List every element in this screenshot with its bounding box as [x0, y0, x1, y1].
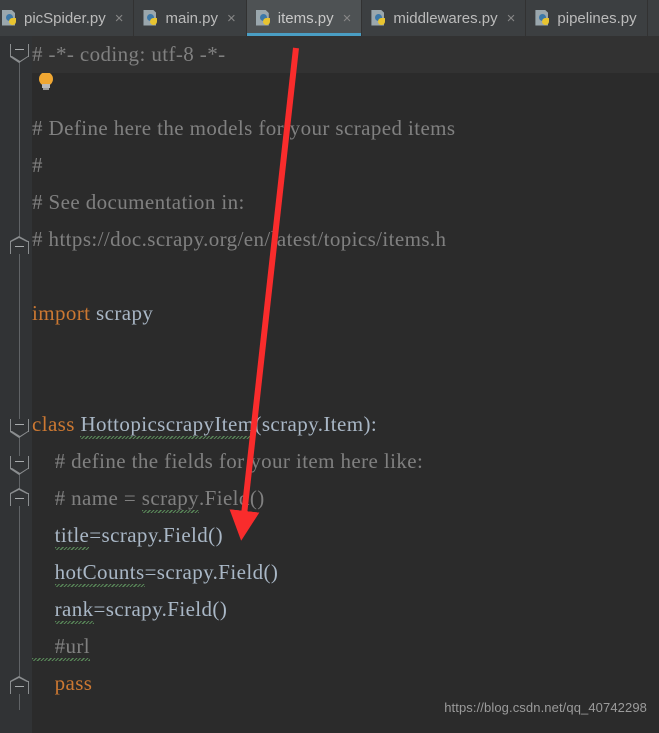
code-line-8[interactable]: import scrapy — [32, 295, 153, 332]
fold-marker-l1[interactable] — [10, 44, 30, 63]
code-line-text: # — [32, 153, 43, 177]
fold-marker-l6[interactable] — [10, 236, 30, 260]
code-line-text: # define the fields for your item here l… — [32, 449, 424, 473]
code-line-12[interactable]: # define the fields for your item here l… — [32, 443, 423, 480]
fold-marker-l18[interactable] — [10, 676, 30, 700]
close-icon[interactable]: × — [115, 11, 124, 26]
editor-gutter[interactable] — [0, 36, 32, 733]
keyword-pass: pass — [54, 671, 93, 695]
code-line-14[interactable]: title=scrapy.Field() — [32, 517, 223, 554]
tab-picspider-py[interactable]: picSpider.py × — [0, 0, 135, 36]
python-file-icon — [2, 9, 18, 27]
code-line-text: # https://doc.scrapy.org/en/latest/topic… — [32, 227, 447, 251]
close-icon[interactable]: × — [343, 11, 352, 26]
tab-main-py[interactable]: main.py × — [134, 0, 247, 36]
tab-label: picSpider.py — [24, 9, 106, 27]
field-assignment: =scrapy.Field() — [144, 560, 279, 584]
tab-label: main.py — [165, 9, 219, 27]
python-file-icon — [371, 9, 387, 27]
field-assignment: =scrapy.Field() — [89, 523, 223, 547]
misspelled-word: scrapy — [141, 480, 200, 517]
fold-marker-l11[interactable] — [10, 419, 30, 438]
code-editor[interactable]: # -*- coding: utf-8 -*- # Define here th… — [0, 36, 659, 733]
fold-marker-l12[interactable] — [10, 456, 30, 475]
field-name-title: title — [54, 517, 90, 554]
fold-marker-l13[interactable] — [10, 488, 30, 512]
class-bases: (scrapy.Item): — [254, 412, 378, 436]
field-name-rank: rank — [54, 591, 94, 628]
keyword-class: class — [32, 412, 75, 436]
tab-label: items.py — [277, 9, 334, 27]
class-name: HottopicscrapyItem — [80, 406, 255, 443]
field-assignment: =scrapy.Field() — [93, 597, 228, 621]
code-text-area[interactable]: # -*- coding: utf-8 -*- # Define here th… — [32, 36, 659, 733]
tab-label: pipelines.py — [557, 9, 637, 27]
code-line-17[interactable]: #url — [32, 628, 91, 665]
tab-middlewares-py[interactable]: middlewares.py × — [362, 0, 527, 36]
code-line-text: # See documentation in: — [32, 190, 245, 214]
tab-label: middlewares.py — [393, 9, 498, 27]
code-line-4[interactable]: # — [32, 147, 43, 184]
python-file-icon — [255, 9, 272, 27]
code-line-3[interactable]: # Define here the models for your scrape… — [32, 110, 456, 147]
keyword-import: import — [32, 301, 91, 325]
code-line-18[interactable]: pass — [32, 665, 92, 702]
code-line-text: # Define here the models for your scrape… — [32, 116, 456, 140]
code-line-6[interactable]: # https://doc.scrapy.org/en/latest/topic… — [32, 221, 446, 258]
python-file-icon — [535, 9, 551, 27]
editor-tab-bar: picSpider.py × main.py × items.py × midd… — [0, 0, 659, 37]
code-line-text: #url — [32, 628, 91, 665]
tab-items-py[interactable]: items.py × — [246, 0, 363, 36]
tab-pipelines-py[interactable]: pipelines.py — [526, 0, 648, 36]
code-line-1[interactable]: # -*- coding: utf-8 -*- — [32, 36, 659, 73]
code-line-11[interactable]: class HottopicscrapyItem(scrapy.Item): — [32, 406, 377, 443]
code-line-text: # -*- coding: utf-8 -*- — [32, 42, 226, 66]
code-line-16[interactable]: rank=scrapy.Field() — [32, 591, 227, 628]
module-name: scrapy — [90, 301, 154, 325]
code-line-13[interactable]: # name = scrapy.Field() — [32, 480, 265, 517]
code-line-5[interactable]: # See documentation in: — [32, 184, 245, 221]
close-icon[interactable]: × — [507, 11, 516, 26]
watermark-text: https://blog.csdn.net/qq_40742298 — [444, 700, 647, 715]
field-name-hotcounts: hotCounts — [54, 554, 145, 591]
code-line-15[interactable]: hotCounts=scrapy.Field() — [32, 554, 278, 591]
code-block-spine — [19, 50, 20, 710]
python-file-icon — [143, 9, 159, 27]
close-icon[interactable]: × — [227, 11, 236, 26]
